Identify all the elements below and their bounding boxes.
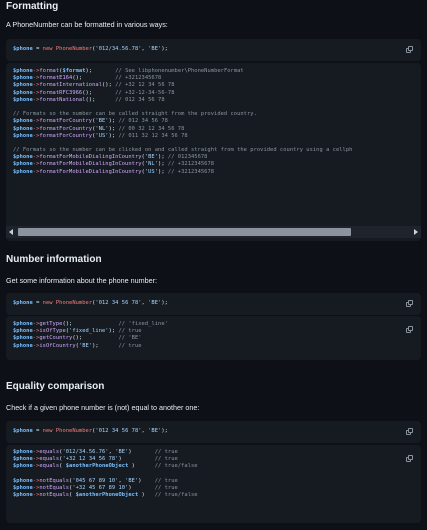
- code-equality-1: $phone = new PhoneNumber('012 34 56 78',…: [13, 428, 168, 435]
- heading-formatting: Formatting: [6, 1, 59, 12]
- horizontal-scrollbar[interactable]: [6, 226, 421, 238]
- copy-icon[interactable]: [406, 46, 413, 53]
- code-line: $phone->equals( $anotherPhoneObject ) //…: [13, 463, 198, 470]
- code-number-info-1: $phone = new PhoneNumber('012 34 56 78',…: [13, 300, 168, 307]
- code-number-info-2: $phone->getType(); // 'fixed_line' $phone…: [13, 321, 168, 350]
- code-line: // Formats so the number can be called s…: [13, 111, 257, 118]
- code-line: // Formats so the number can be clicked …: [13, 147, 353, 154]
- arrow-left-icon[interactable]: [9, 229, 13, 235]
- code-line: $phone->formatForCountry('BE'); // 012 3…: [13, 118, 168, 125]
- code-block-equality-1: $phone = new PhoneNumber('012 34 56 78',…: [6, 421, 421, 443]
- code-line: $phone->equals('012/34.56.76', 'BE') // …: [13, 449, 178, 455]
- number-information-description: Get some information about the phone num…: [6, 276, 158, 285]
- code-block-equality-2: $phone->equals('012/34.56.76', 'BE') // …: [6, 445, 421, 523]
- code-line: $phone = new PhoneNumber('012 34 56 78',…: [13, 428, 168, 434]
- code-line: $phone = new PhoneNumber('012 34 56 78',…: [13, 300, 168, 306]
- code-line: $phone->getCountry(); // 'BE': [13, 335, 142, 342]
- code-line: $phone->formatE164(); // +3212345678: [13, 75, 162, 82]
- code-block-formatting-1: $phone = new PhoneNumber('012/34.56.78',…: [6, 39, 421, 61]
- code-line: $phone->notEquals( $anotherPhoneObject )…: [13, 492, 198, 499]
- code-equality-2: $phone->equals('012/34.56.76', 'BE') // …: [13, 449, 198, 499]
- scrollbar-thumb[interactable]: [18, 228, 351, 236]
- code-block-formatting-2: $phone->format($format); // See libphone…: [6, 63, 421, 241]
- code-line: $phone->isOfCountry('BE'); // true: [13, 342, 142, 349]
- code-line: $phone->formatNational(); // 012 34 56 7…: [13, 96, 165, 103]
- code-line: $phone->notEquals('045 67 89 10', 'BE') …: [13, 477, 178, 484]
- code-line: $phone->formatForMobileDialingInCountry(…: [13, 161, 215, 168]
- equality-description: Check if a given phone number is (not) e…: [6, 403, 200, 412]
- code-block-number-info-2: $phone->getType(); // 'fixed_line' $phone…: [6, 316, 421, 360]
- heading-equality-comparison: Equality comparison: [6, 381, 105, 392]
- code-line: $phone->format($format); // See libphone…: [13, 68, 244, 74]
- copy-icon[interactable]: [406, 455, 413, 462]
- code-formatting-1: $phone = new PhoneNumber('012/34.56.78',…: [13, 46, 168, 53]
- code-line: $phone->isOfType('fixed_line'); // true: [13, 328, 142, 335]
- copy-icon[interactable]: [406, 326, 413, 333]
- code-line: $phone->formatForMobileDialingInCountry(…: [13, 168, 215, 175]
- code-line: $phone->formatForCountry('NL'); // 00 32…: [13, 125, 185, 132]
- heading-number-information: Number information: [6, 254, 102, 265]
- copy-icon[interactable]: [406, 428, 413, 435]
- arrow-right-icon[interactable]: [414, 229, 418, 235]
- code-line: $phone->formatForCountry('US'); // 011 3…: [13, 132, 188, 139]
- code-line: $phone->getType(); // 'fixed_line': [13, 321, 168, 327]
- code-line: $phone = new PhoneNumber('012/34.56.78',…: [13, 46, 168, 52]
- code-formatting-2: $phone->format($format); // See libphone…: [13, 68, 352, 176]
- code-line: $phone->formatForMobileDialingInCountry(…: [13, 154, 208, 161]
- formatting-description: A PhoneNumber can be formatted in variou…: [6, 20, 168, 29]
- code-block-number-info-1: $phone = new PhoneNumber('012 34 56 78',…: [6, 293, 421, 315]
- code-line: $phone->formatRFC3966(); // +32-12-34-56…: [13, 89, 175, 96]
- code-line: $phone->formatInternational(); // +32 12…: [13, 82, 175, 89]
- copy-icon[interactable]: [406, 300, 413, 307]
